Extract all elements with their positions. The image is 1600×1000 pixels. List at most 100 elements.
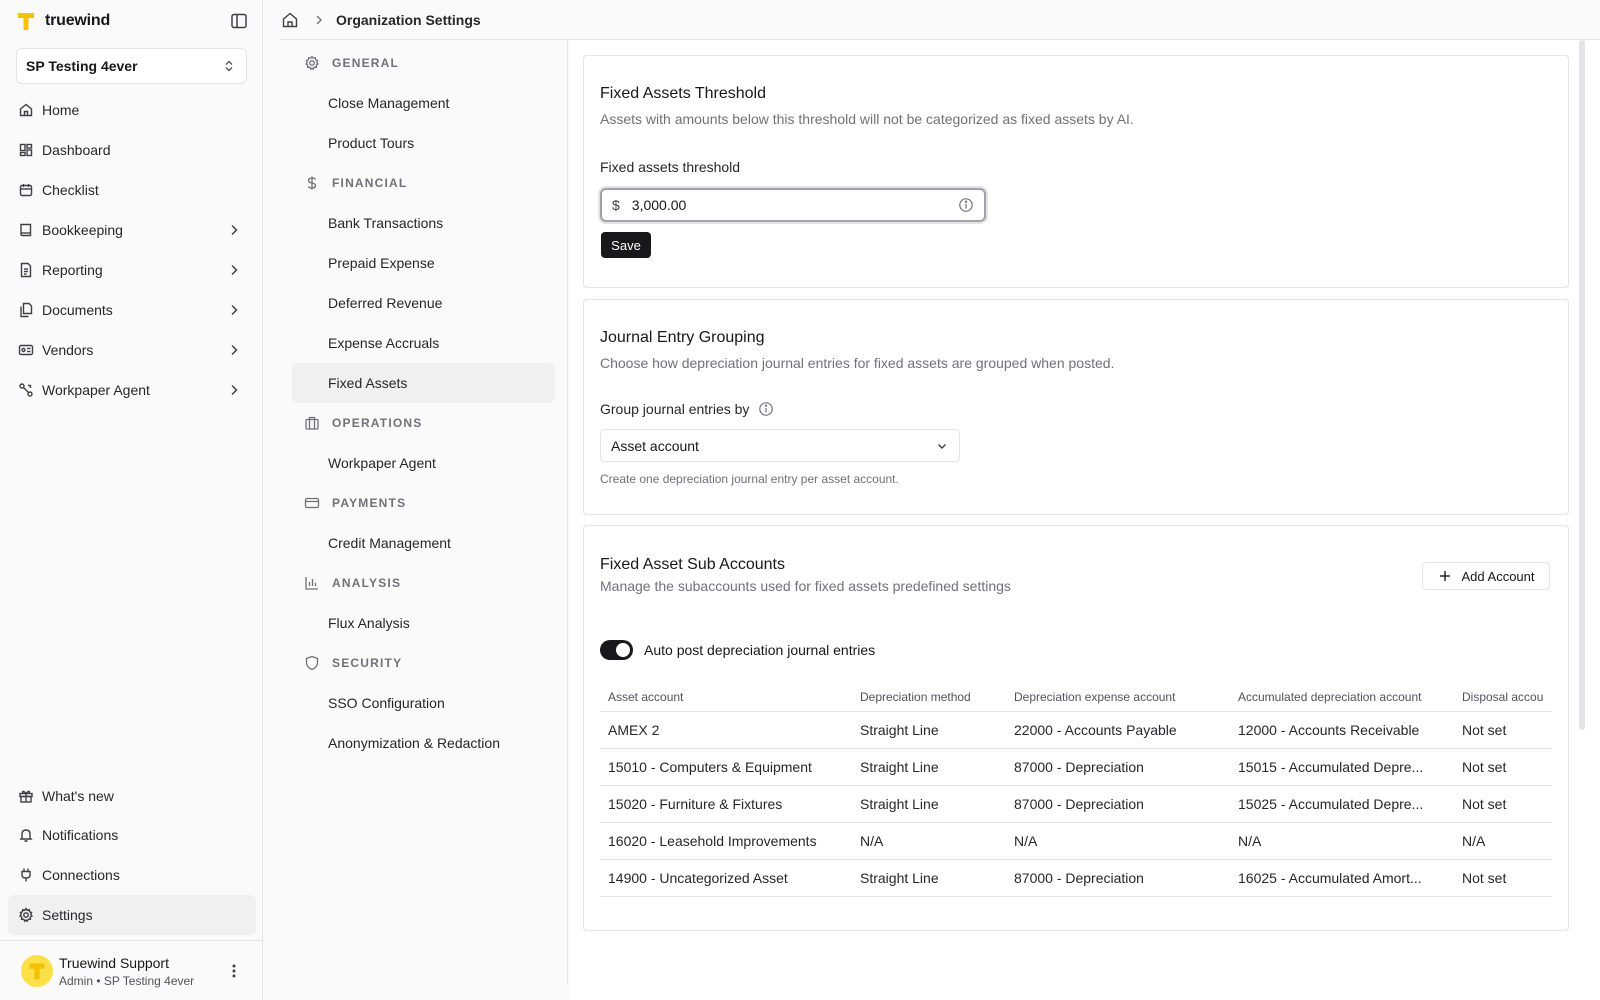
cell-accumulated-account: 16025 - Accumulated Amort... bbox=[1238, 870, 1422, 886]
table-header: Asset account Depreciation method Deprec… bbox=[600, 682, 1552, 712]
workpaper-agent-icon bbox=[19, 383, 33, 397]
nav-item-vendors[interactable]: Vendors bbox=[8, 330, 256, 370]
nav-label: Bookkeeping bbox=[42, 222, 123, 238]
user-name: Truewind Support bbox=[59, 955, 169, 971]
chevron-up-down-icon bbox=[225, 60, 233, 72]
nav-label: Settings bbox=[42, 907, 93, 923]
setting-item-close-management[interactable]: Close Management bbox=[292, 83, 555, 123]
bell-icon bbox=[19, 829, 33, 842]
save-button[interactable]: Save bbox=[601, 232, 651, 258]
table-row[interactable]: 14900 - Uncategorized Asset Straight Lin… bbox=[600, 860, 1552, 897]
chevron-right-icon bbox=[231, 344, 238, 356]
org-name: SP Testing 4ever bbox=[26, 58, 138, 74]
section-title: OPERATIONS bbox=[332, 416, 423, 430]
setting-item-bank-transactions[interactable]: Bank Transactions bbox=[292, 203, 555, 243]
field-label: Group journal entries by bbox=[600, 401, 774, 417]
home-icon[interactable] bbox=[281, 11, 299, 29]
setting-item-product-tours[interactable]: Product Tours bbox=[292, 123, 555, 163]
section-security: SECURITY bbox=[280, 643, 567, 683]
nav-item-documents[interactable]: Documents bbox=[8, 290, 256, 330]
plus-icon bbox=[1439, 571, 1450, 581]
nav-item-workpaper-agent[interactable]: Workpaper Agent bbox=[8, 370, 256, 410]
brand[interactable]: truewind bbox=[17, 10, 110, 32]
table-row[interactable]: 15010 - Computers & Equipment Straight L… bbox=[600, 749, 1552, 786]
cell-expense-account: N/A bbox=[1014, 833, 1038, 849]
auto-post-toggle[interactable] bbox=[600, 640, 633, 660]
nav-item-notifications[interactable]: Notifications bbox=[8, 815, 256, 855]
card-title: Journal Entry Grouping bbox=[600, 329, 765, 346]
cell-accumulated-account: 12000 - Accounts Receivable bbox=[1238, 722, 1420, 738]
cell-disposal-account: Not set bbox=[1462, 796, 1507, 812]
nav-item-dashboard[interactable]: Dashboard bbox=[8, 130, 256, 170]
chevron-right-icon bbox=[231, 264, 238, 276]
section-payments: PAYMENTS bbox=[280, 483, 567, 523]
section-operations: OPERATIONS bbox=[280, 403, 567, 443]
column-header[interactable]: Depreciation method bbox=[852, 690, 1006, 704]
group-by-help: Create one depreciation journal entry pe… bbox=[600, 472, 899, 486]
more-vertical-icon[interactable] bbox=[224, 961, 244, 981]
home-icon bbox=[19, 103, 33, 117]
shield-icon bbox=[305, 655, 319, 671]
user-profile[interactable]: Truewind Support Admin • SP Testing 4eve… bbox=[0, 940, 263, 1000]
nav-item-reporting[interactable]: Reporting bbox=[8, 250, 256, 290]
main-content: Fixed Assets Threshold Assets with amoun… bbox=[569, 40, 1600, 1000]
table-row[interactable]: 16020 - Leasehold Improvements N/A N/A N… bbox=[600, 823, 1552, 860]
nav-item-checklist[interactable]: Checklist bbox=[8, 170, 256, 210]
cell-expense-account: 87000 - Depreciation bbox=[1014, 870, 1144, 886]
breadcrumb-title: Organization Settings bbox=[336, 11, 481, 28]
nav-item-settings[interactable]: Settings bbox=[8, 895, 256, 935]
gear-icon bbox=[18, 907, 34, 923]
threshold-input[interactable]: $ 3,000.00 bbox=[600, 188, 986, 222]
table-row[interactable]: AMEX 2 Straight Line 22000 - Accounts Pa… bbox=[600, 712, 1552, 749]
sub-accounts-card: Fixed Asset Sub Accounts Manage the suba… bbox=[583, 525, 1569, 931]
section-title: FINANCIAL bbox=[332, 176, 408, 190]
setting-item-anonymization-redaction[interactable]: Anonymization & Redaction bbox=[292, 723, 555, 763]
cell-asset-account: 16020 - Leasehold Improvements bbox=[608, 833, 817, 849]
column-header[interactable]: Depreciation expense account bbox=[1006, 690, 1230, 704]
info-icon[interactable] bbox=[958, 197, 974, 213]
info-icon[interactable] bbox=[758, 401, 774, 417]
card-title: Fixed Assets Threshold bbox=[600, 85, 767, 102]
setting-item-expense-accruals[interactable]: Expense Accruals bbox=[292, 323, 555, 363]
nav-item-home[interactable]: Home bbox=[8, 90, 256, 130]
cell-disposal-account: N/A bbox=[1462, 833, 1486, 849]
column-header[interactable]: Asset account bbox=[600, 690, 852, 704]
group-by-select[interactable]: Asset account bbox=[600, 429, 960, 462]
org-selector[interactable]: SP Testing 4ever bbox=[16, 48, 247, 84]
nav-item-whats-new[interactable]: What's new bbox=[8, 777, 256, 815]
nav-label: Workpaper Agent bbox=[42, 382, 150, 398]
setting-item-prepaid-expense[interactable]: Prepaid Expense bbox=[292, 243, 555, 283]
setting-item-sso-configuration[interactable]: SSO Configuration bbox=[292, 683, 555, 723]
cell-method: Straight Line bbox=[860, 722, 939, 738]
column-header[interactable]: Disposal accou bbox=[1454, 690, 1552, 704]
dashboard-icon bbox=[19, 143, 33, 157]
main-nav: Home Dashboard Checklist Bookkeeping Rep… bbox=[8, 90, 256, 410]
setting-item-flux-analysis[interactable]: Flux Analysis bbox=[292, 603, 555, 643]
avatar bbox=[21, 955, 53, 987]
setting-item-fixed-assets[interactable]: Fixed Assets bbox=[292, 363, 555, 403]
setting-item-credit-management[interactable]: Credit Management bbox=[292, 523, 555, 563]
section-financial: FINANCIAL bbox=[280, 163, 567, 203]
add-account-button[interactable]: Add Account bbox=[1422, 562, 1550, 590]
chevron-right-icon bbox=[231, 304, 238, 316]
nav-label: Documents bbox=[42, 302, 113, 318]
group-by-label: Group journal entries by bbox=[600, 401, 750, 417]
bar-chart-icon bbox=[305, 577, 318, 590]
setting-item-deferred-revenue[interactable]: Deferred Revenue bbox=[292, 283, 555, 323]
nav-item-connections[interactable]: Connections bbox=[8, 855, 256, 895]
chevron-right-icon bbox=[316, 15, 322, 24]
sidebar-toggle-icon[interactable] bbox=[229, 11, 249, 31]
add-account-label: Add Account bbox=[1461, 568, 1535, 584]
nav-item-bookkeeping[interactable]: Bookkeeping bbox=[8, 210, 256, 250]
cell-asset-account: 14900 - Uncategorized Asset bbox=[608, 870, 788, 886]
report-icon bbox=[20, 262, 32, 278]
main-scrollbar[interactable] bbox=[1579, 40, 1585, 730]
cell-asset-account: 15010 - Computers & Equipment bbox=[608, 759, 812, 775]
table-row[interactable]: 15020 - Furniture & Fixtures Straight Li… bbox=[600, 786, 1552, 823]
cell-disposal-account: Not set bbox=[1462, 722, 1507, 738]
column-header[interactable]: Accumulated depreciation account bbox=[1230, 690, 1454, 704]
section-title: GENERAL bbox=[332, 56, 400, 70]
cell-expense-account: 87000 - Depreciation bbox=[1014, 759, 1144, 775]
sidebar: truewind SP Testing 4ever Home Dashboard… bbox=[0, 0, 263, 1000]
setting-item-workpaper-agent[interactable]: Workpaper Agent bbox=[292, 443, 555, 483]
